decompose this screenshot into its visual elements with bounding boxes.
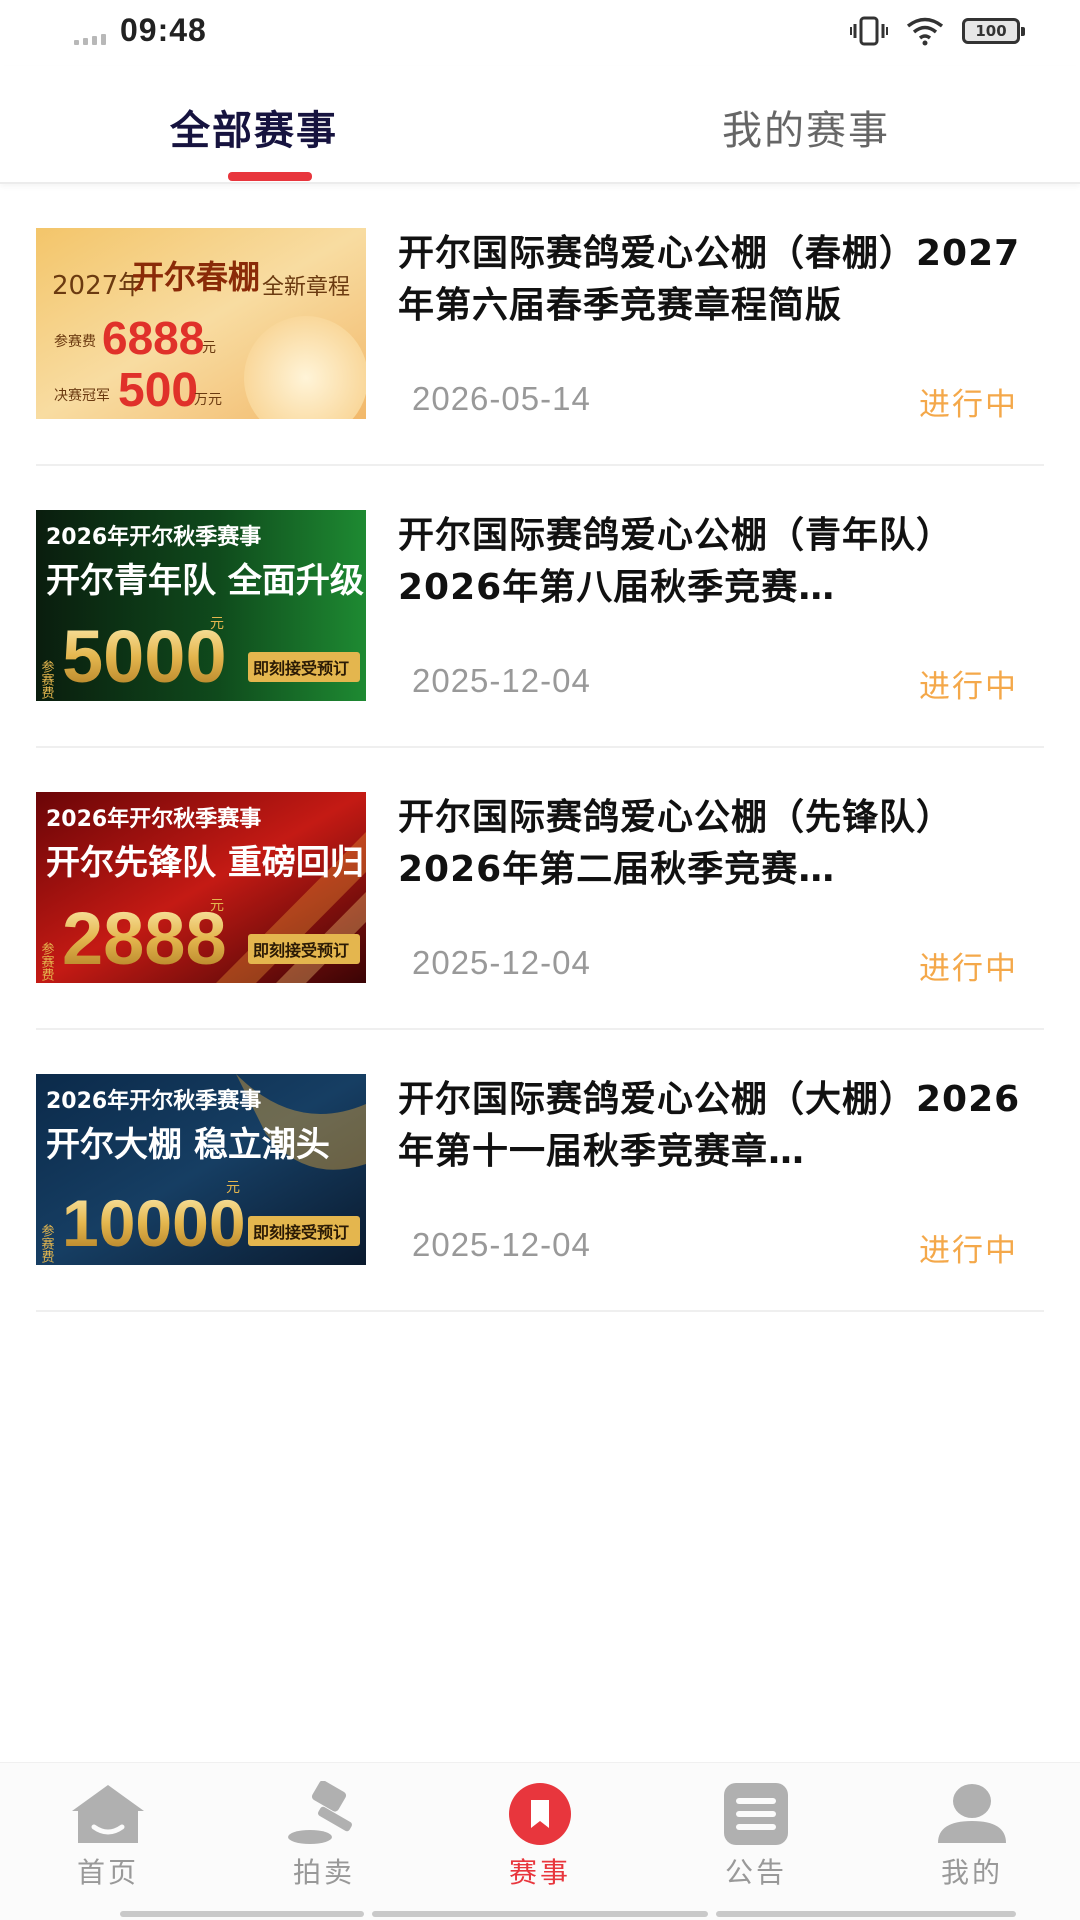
battery-level: 100	[975, 22, 1007, 40]
battery-icon: 100	[962, 18, 1025, 44]
banner-name: 开尔春棚	[132, 258, 260, 296]
home-icon	[72, 1785, 144, 1843]
tab-active-indicator	[228, 172, 312, 181]
status-time: 09:48	[120, 12, 207, 48]
nav-item-mine[interactable]: 我的	[902, 1781, 1042, 1901]
banner-fee-value: 5000	[62, 615, 227, 698]
banner-fee-unit: 元	[226, 1180, 240, 1196]
banner-fee-unit: 元	[210, 616, 224, 632]
banner-fee-label: 参赛费	[39, 1223, 55, 1263]
event-item[interactable]: 2026年开尔秋季赛事 开尔先锋队 重磅回归 参赛费 2888 元 即刻接受预订…	[0, 748, 1080, 1030]
wifi-icon	[906, 17, 944, 46]
banner-youth-team: 2026年开尔秋季赛事 开尔青年队 全面升级 参赛费 5000 元 即刻接受预订	[36, 510, 366, 701]
banner-prize-label: 决赛冠军	[54, 388, 110, 404]
banner-year: 2027年	[52, 271, 144, 301]
nav-item-auction[interactable]: 拍卖	[254, 1781, 394, 1901]
banner-line2: 开尔青年队 全面升级	[46, 561, 364, 601]
banner-line2: 开尔大棚 稳立潮头	[46, 1125, 330, 1165]
tab-all-events[interactable]: 全部赛事	[170, 98, 338, 156]
gesture-bar	[716, 1911, 1016, 1917]
nav-label-auction: 拍卖	[292, 1856, 355, 1889]
event-status: 进行中	[919, 1233, 1018, 1269]
bottom-nav: 首页 拍卖 赛事 公告 我的	[0, 1762, 1080, 1920]
banner-cta: 即刻接受预订	[253, 941, 349, 960]
event-item[interactable]: 2027年 开尔春棚 全新章程 参赛费 6888 元 决赛冠军 500 万元 开…	[0, 184, 1080, 466]
banner-spring-loft: 2027年 开尔春棚 全新章程 参赛费 6888 元 决赛冠军 500 万元	[36, 228, 366, 419]
tab-my-events[interactable]: 我的赛事	[722, 98, 890, 156]
banner-fee-value: 10000	[62, 1186, 246, 1260]
event-status: 进行中	[919, 669, 1018, 705]
banner-fee-label: 参赛费	[39, 941, 55, 981]
event-status: 进行中	[919, 951, 1018, 987]
banner-fee-label: 参赛费	[39, 659, 55, 699]
event-item[interactable]: 2026年开尔秋季赛事 开尔青年队 全面升级 参赛费 5000 元 即刻接受预订…	[0, 466, 1080, 748]
nav-label-home: 首页	[76, 1856, 139, 1889]
banner-fee-unit: 元	[210, 898, 224, 914]
bookmark-icon	[509, 1783, 571, 1845]
event-title: 开尔国际赛鸽爱心公棚（先锋队）2026年第二届秋季竞赛…	[398, 797, 954, 890]
banner-prize-value: 500	[118, 364, 198, 417]
event-banner-image: 2026年开尔秋季赛事 开尔青年队 全面升级 参赛费 5000 元 即刻接受预订	[36, 510, 366, 701]
banner-cta: 即刻接受预订	[253, 659, 349, 678]
banner-prize-unit: 万元	[194, 392, 222, 408]
banner-line1: 2026年开尔秋季赛事	[46, 524, 261, 550]
event-title: 开尔国际赛鸽爱心公棚（大棚）2026年第十一届秋季竞赛章…	[398, 1079, 1021, 1172]
banner-cta: 即刻接受预订	[253, 1223, 349, 1242]
event-banner-image: 2026年开尔秋季赛事 开尔大棚 稳立潮头 参赛费 10000 元 即刻接受预订	[36, 1074, 366, 1265]
event-item[interactable]: 2026年开尔秋季赛事 开尔大棚 稳立潮头 参赛费 10000 元 即刻接受预订…	[0, 1030, 1080, 1312]
event-date: 2025-12-04	[412, 944, 591, 981]
nav-label-mine: 我的	[940, 1856, 1003, 1889]
banner-tag: 全新章程	[262, 275, 350, 300]
banner-fee-value: 2888	[62, 897, 227, 980]
event-date: 2026-05-14	[412, 380, 591, 417]
nav-item-notice[interactable]: 公告	[686, 1781, 826, 1901]
tab-header: 全部赛事 我的赛事	[0, 66, 1080, 184]
nav-label-events: 赛事	[508, 1856, 571, 1889]
status-bar: 09:48 100	[0, 0, 1080, 66]
banner-line2: 开尔先锋队 重磅回归	[46, 843, 364, 883]
vibrate-icon	[850, 16, 888, 46]
status-icons: 100	[850, 16, 1025, 46]
gesture-bar	[372, 1911, 708, 1917]
banner-fee-unit: 元	[202, 340, 216, 356]
auction-hammer-icon	[288, 1781, 352, 1844]
banner-line1: 2026年开尔秋季赛事	[46, 1088, 261, 1114]
banner-line1: 2026年开尔秋季赛事	[46, 806, 261, 832]
event-banner-image: 2026年开尔秋季赛事 开尔先锋队 重磅回归 参赛费 2888 元 即刻接受预订	[36, 792, 366, 983]
user-icon	[938, 1784, 1006, 1843]
nav-label-notice: 公告	[724, 1856, 787, 1889]
list-divider	[36, 1310, 1044, 1312]
notice-list-icon	[724, 1783, 788, 1845]
event-list: 2027年 开尔春棚 全新章程 参赛费 6888 元 决赛冠军 500 万元 开…	[0, 184, 1080, 1312]
event-date: 2025-12-04	[412, 1226, 591, 1263]
event-title: 开尔国际赛鸽爱心公棚（青年队）2026年第八届秋季竞赛…	[398, 515, 954, 608]
nav-item-home[interactable]: 首页	[38, 1781, 178, 1901]
event-banner-image: 2027年 开尔春棚 全新章程 参赛费 6888 元 决赛冠军 500 万元	[36, 228, 366, 419]
event-title: 开尔国际赛鸽爱心公棚（春棚）2027年第六届春季竞赛章程简版	[398, 233, 1021, 326]
gesture-bar	[120, 1911, 364, 1917]
event-status: 进行中	[919, 387, 1018, 423]
banner-fee-label: 参赛费	[54, 333, 96, 350]
nav-item-events[interactable]: 赛事	[470, 1781, 610, 1901]
banner-vanguard-team: 2026年开尔秋季赛事 开尔先锋队 重磅回归 参赛费 2888 元 即刻接受预订	[36, 792, 366, 983]
signal-icon	[74, 34, 106, 45]
event-date: 2025-12-04	[412, 662, 591, 699]
banner-fee-value: 6888	[102, 312, 204, 364]
banner-main-loft: 2026年开尔秋季赛事 开尔大棚 稳立潮头 参赛费 10000 元 即刻接受预订	[36, 1074, 366, 1265]
